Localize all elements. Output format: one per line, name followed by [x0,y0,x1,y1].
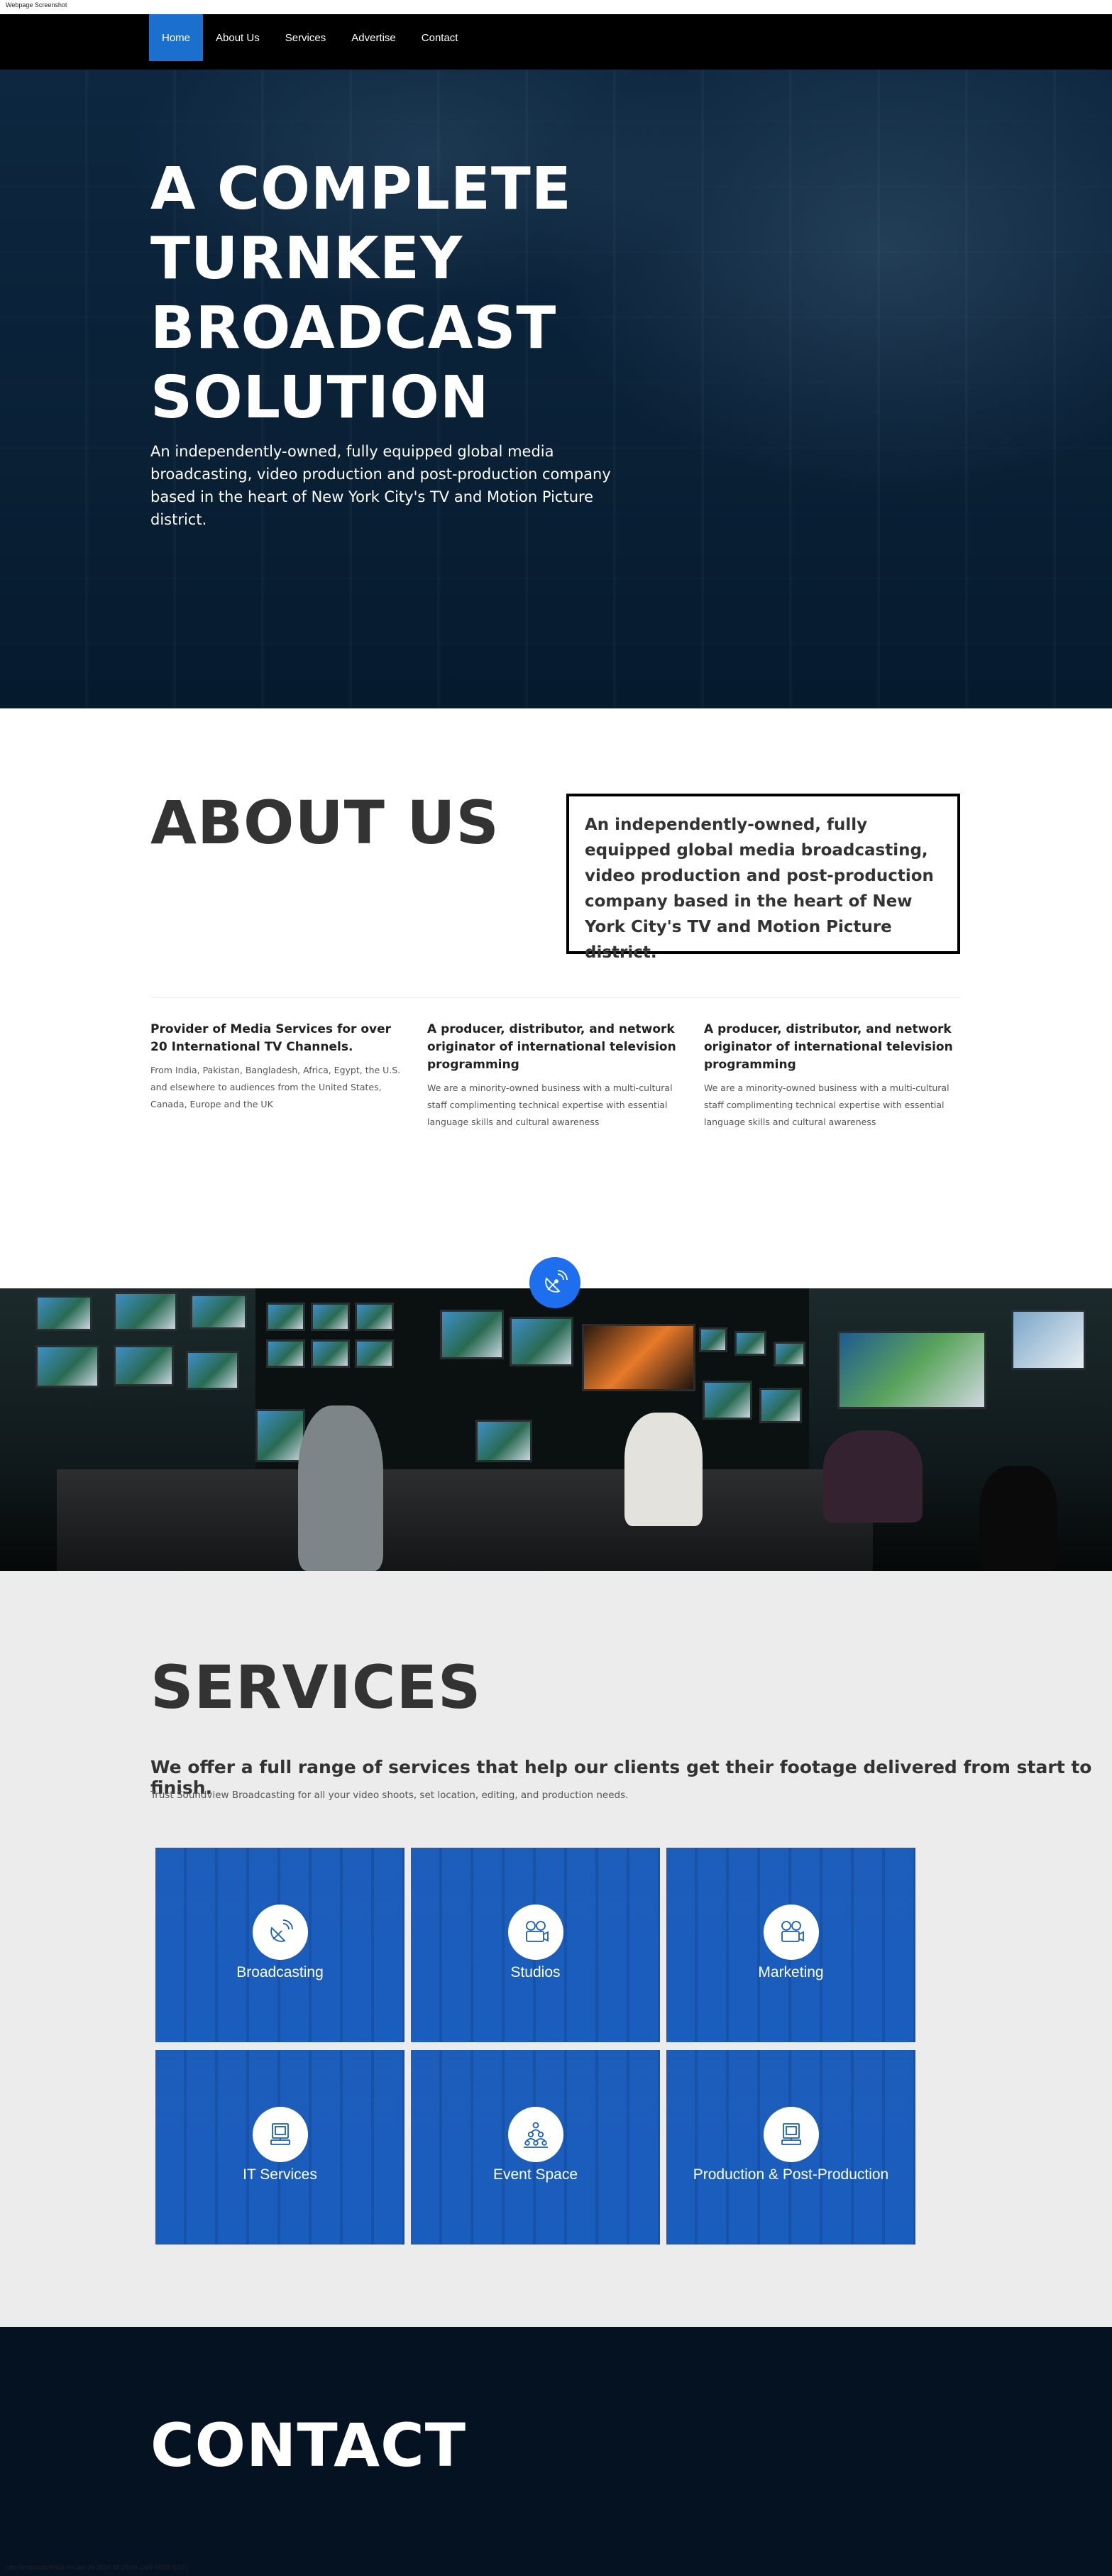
about-column-body: From India, Pakistan, Bangladesh, Africa… [150,1065,401,1109]
nav-home[interactable]: Home [149,14,204,61]
satellite-dish-icon [529,1257,580,1308]
screenshot-caption: Webpage Screenshot [6,1,67,9]
film-camera-icon [763,1904,819,1960]
service-tile-label: Studios [510,1964,561,1980]
hero-subtitle-line: An independently-owned, fully equipped g… [150,443,554,460]
service-tile-label: Production & Post-Production [693,2166,889,2183]
about-column-heading: Provider of Media Services for over 20 I… [150,1022,392,1054]
nav-services[interactable]: Services [273,14,339,61]
service-tile-it-services[interactable]: IT Services [155,2050,404,2245]
divider [150,997,960,998]
film-camera-icon [507,1904,563,1960]
top-nav: Home About Us Services Advertise Contact [0,14,1112,70]
services-subtext: Trust Soundview Broadcasting for all you… [150,1790,629,1801]
services-section: SERVICES We offer a full range of servic… [0,1571,1112,2327]
contact-section: CONTACT [0,2327,1112,2576]
audience-icon [507,2107,563,2162]
service-tile-label: Marketing [758,1964,824,1980]
nav-about-us[interactable]: About Us [203,14,273,61]
nav-contact[interactable]: Contact [409,14,471,61]
hero-title: A COMPLETE TURNKEY BROADCAST SOLUTION [150,155,647,433]
service-tile-label: Event Space [492,2166,578,2183]
hero-subtitle-line: broadcasting, video production and post-… [150,466,611,483]
about-column-body: We are a minority-owned business with a … [427,1083,673,1127]
hero-title-line: TURNKEY [150,225,463,292]
hero-subtitle: An independently-owned, fully equipped g… [150,440,633,531]
service-tile-production-post-production[interactable]: Production & Post-Production [666,2050,915,2245]
control-room-image [0,1288,1112,1571]
hero-title-line: A COMPLETE [150,155,572,223]
service-tile-broadcasting[interactable]: Broadcasting [155,1848,404,2042]
services-title: SERVICES [150,1653,482,1722]
about-column: A producer, distributor, and network ori… [427,1021,684,1131]
about-highlight-box: An independently-owned, fully equipped g… [566,794,960,962]
hero-section: A COMPLETE TURNKEY BROADCAST SOLUTION An… [0,70,1112,708]
about-column-heading: A producer, distributor, and network ori… [704,1022,953,1072]
service-tile-marketing[interactable]: Marketing [666,1848,915,2042]
service-tile-label: Broadcasting [236,1964,324,1980]
nav-advertise[interactable]: Advertise [338,14,409,61]
about-title: ABOUT US [150,788,500,857]
satellite-dish-icon [252,1904,308,1960]
contact-title: CONTACT [150,2411,467,2480]
hero-title-line: BROADCAST [150,295,557,362]
service-tile-studios[interactable]: Studios [411,1848,660,2042]
service-tile-label: IT Services [243,2166,317,2183]
service-tile-event-space[interactable]: Event Space [411,2050,660,2245]
hero-subtitle-line: based in the heart of New York City's TV… [150,488,594,528]
hero-title-line: SOLUTION [150,364,490,432]
screenshot-footer-caption: http://localhost:9002/ Fri Jan 29 2016 1… [6,2564,188,2571]
about-column-heading: A producer, distributor, and network ori… [427,1022,676,1072]
computer-icon [252,2107,308,2162]
computer-icon [763,2107,819,2162]
about-column: Provider of Media Services for over 20 I… [150,1021,407,1113]
about-column-body: We are a minority-owned business with a … [704,1083,949,1127]
about-column: A producer, distributor, and network ori… [704,1021,961,1131]
